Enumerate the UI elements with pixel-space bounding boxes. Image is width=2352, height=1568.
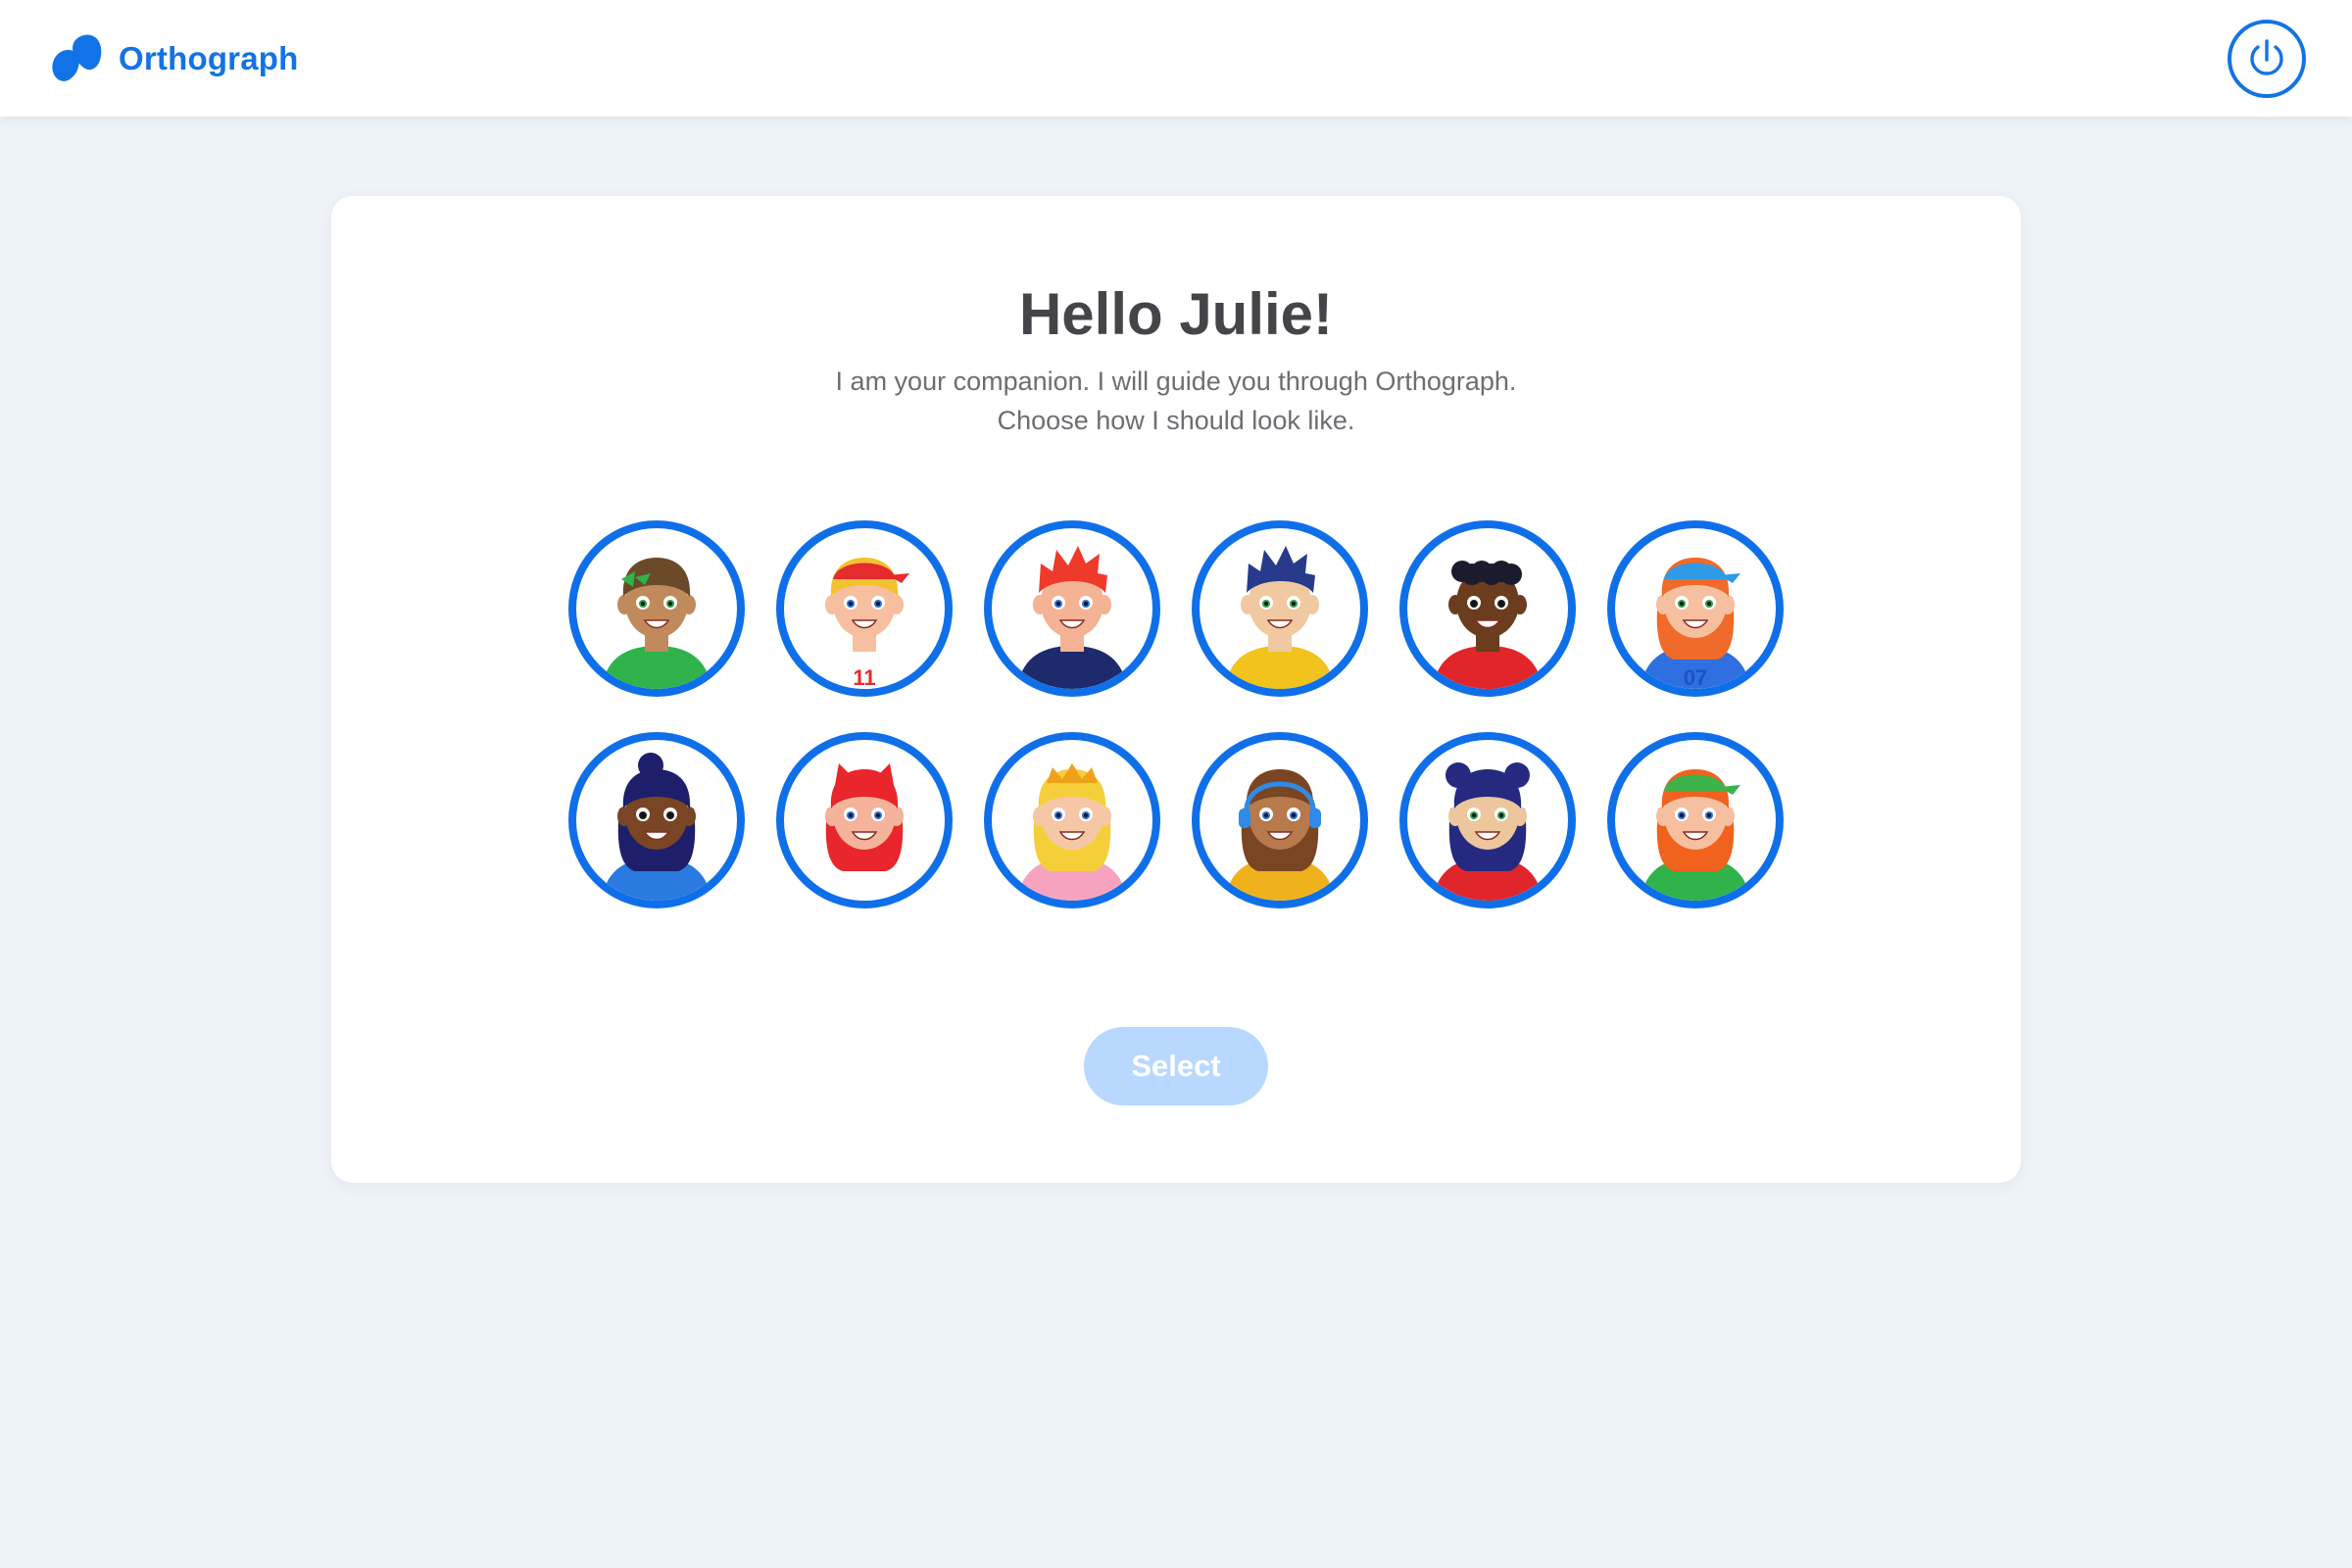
top-bar: Orthograph <box>0 0 2352 117</box>
avatar-portrait-icon: 07 <box>1641 558 1750 689</box>
avatar-option-5[interactable] <box>1399 520 1576 697</box>
select-button[interactable]: Select <box>1084 1027 1268 1105</box>
avatar-portrait-icon <box>1017 546 1127 689</box>
power-icon <box>2250 39 2283 75</box>
avatar-portrait-icon <box>1641 769 1750 901</box>
avatar-portrait-icon <box>809 763 919 901</box>
avatar-option-2[interactable]: 11 <box>776 520 953 697</box>
avatar-portrait-icon <box>602 558 711 689</box>
avatar-option-3[interactable] <box>984 520 1160 697</box>
svg-text:11: 11 <box>853 665 875 689</box>
avatar-portrait-icon <box>1433 762 1543 901</box>
avatar-option-1[interactable] <box>568 520 745 697</box>
avatar-option-9[interactable] <box>984 732 1160 908</box>
avatar-portrait-icon <box>1225 546 1335 689</box>
avatar-option-6[interactable]: 07 <box>1607 520 1784 697</box>
svg-text:07: 07 <box>1684 665 1707 689</box>
orthograph-logo-icon <box>52 34 102 81</box>
avatar-portrait-icon <box>602 753 711 901</box>
page-title: Hello Julie! <box>1018 281 1334 347</box>
avatar-option-8[interactable] <box>776 732 953 908</box>
avatar-portrait-icon <box>1433 561 1543 689</box>
power-button[interactable] <box>2228 20 2306 98</box>
companion-card: Hello Julie! I am your companion. I will… <box>331 196 2021 1183</box>
intro-text: I am your companion. I will guide you th… <box>835 367 1517 396</box>
avatar-option-7[interactable] <box>568 732 745 908</box>
avatar-option-11[interactable] <box>1399 732 1576 908</box>
brand-name: Orthograph <box>119 40 299 76</box>
avatar-portrait-icon <box>1225 769 1335 901</box>
avatar-option-10[interactable] <box>1192 732 1368 908</box>
avatar-portrait-icon: 11 <box>809 558 919 689</box>
avatar-portrait-icon <box>1017 763 1127 901</box>
instruction-text: Choose how I should look like. <box>997 406 1355 435</box>
avatar-option-12[interactable] <box>1607 732 1784 908</box>
brand[interactable]: Orthograph <box>46 29 298 88</box>
avatar-option-4[interactable] <box>1192 520 1368 697</box>
